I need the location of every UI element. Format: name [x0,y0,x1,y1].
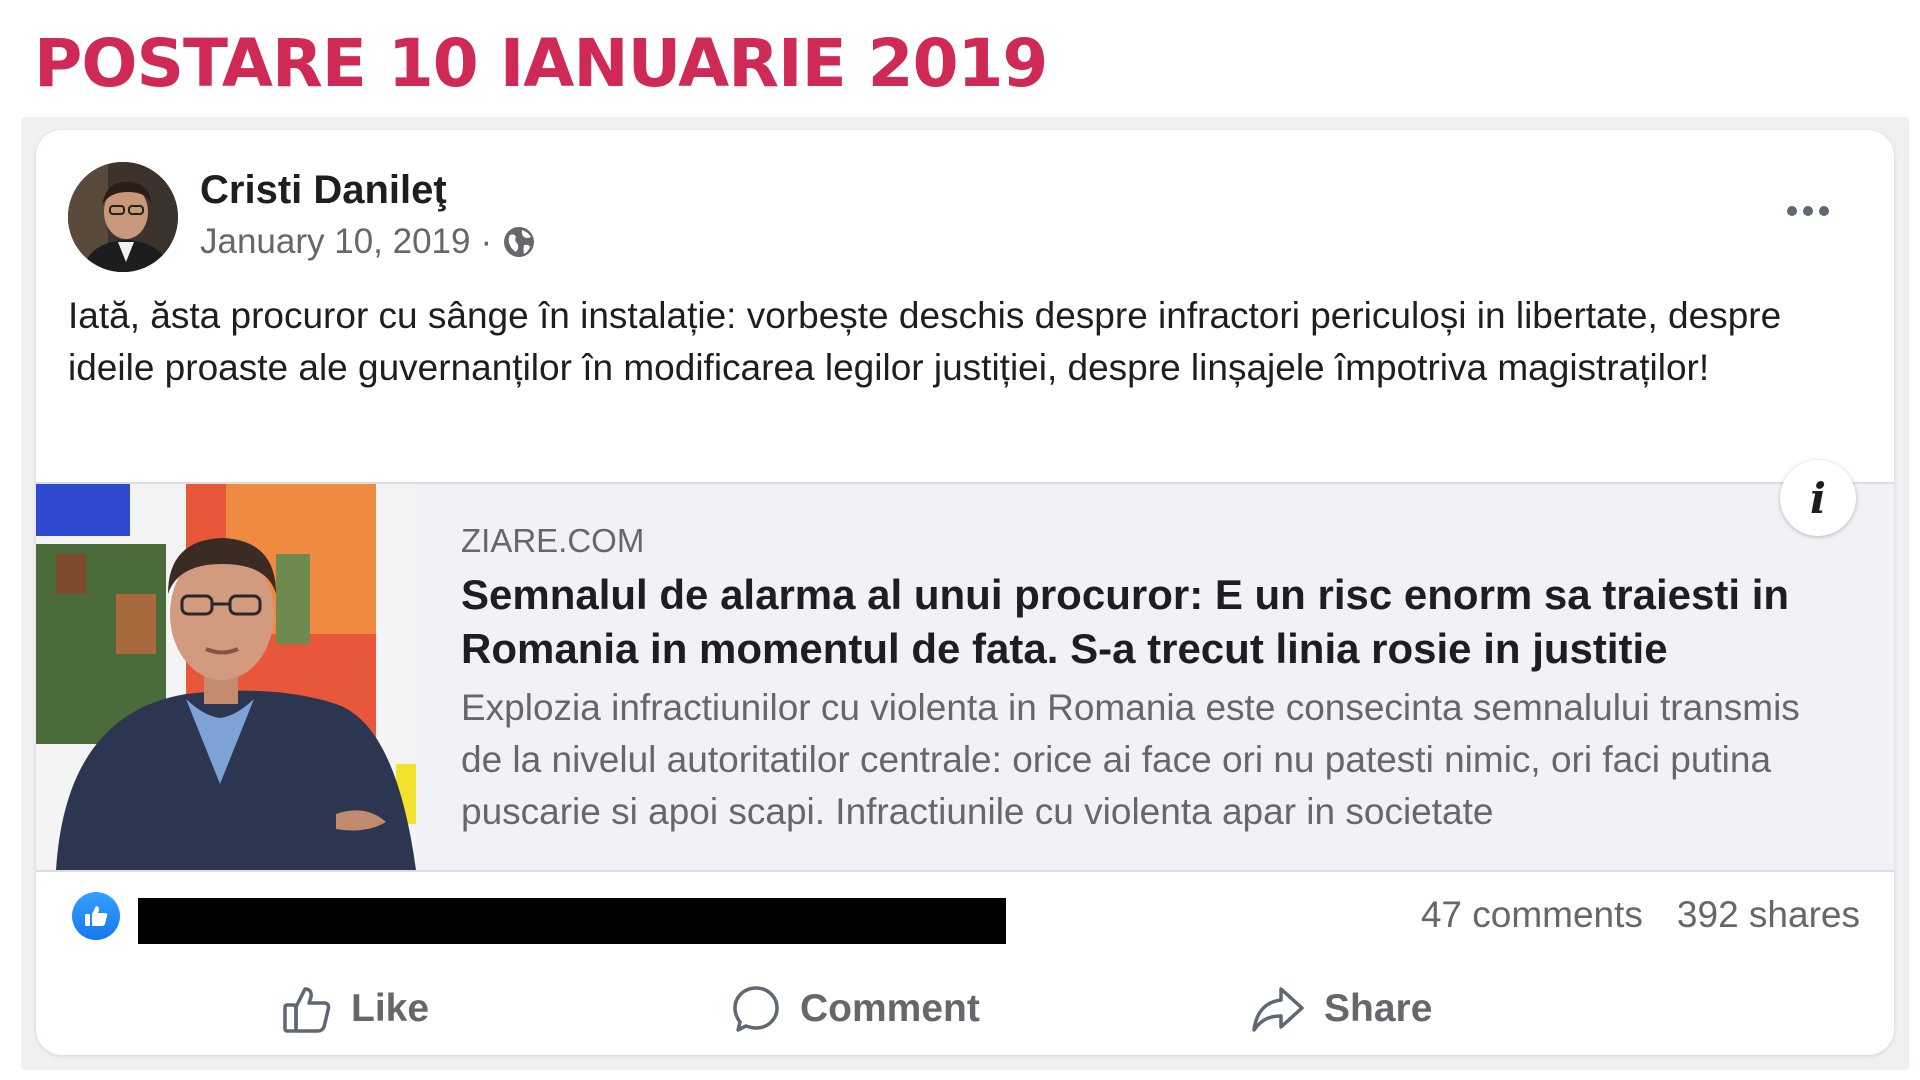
globe-icon [502,225,536,259]
comment-bubble-icon [733,986,779,1032]
post-date[interactable]: January 10, 2019 [200,222,470,262]
shares-count[interactable]: 392 shares [1677,894,1860,936]
link-thumbnail[interactable] [36,484,416,870]
engagement-counts: 47 comments 392 shares [1421,894,1860,936]
share-label: Share [1324,987,1433,1030]
comment-label: Comment [800,987,980,1030]
like-reaction-icon[interactable] [72,892,120,940]
link-title[interactable]: Semnalul de alarma al unui procuror: E u… [461,568,1841,676]
more-options-icon[interactable] [1778,196,1838,226]
facebook-post-card: Cristi Danileţ January 10, 2019 · Iată, … [36,130,1894,1055]
redacted-reactions-bar [138,898,1006,944]
post-meta: January 10, 2019 · [200,222,536,262]
thumbs-up-icon [283,987,331,1033]
link-domain: ZIARE.COM [461,522,645,559]
info-button[interactable]: i [1780,460,1856,536]
comment-button[interactable]: Comment [730,966,980,1052]
action-bar: Like Comment Share [36,966,1894,1052]
like-button[interactable]: Like [281,966,429,1052]
reactions-row: 47 comments 392 shares [36,870,1894,966]
like-label: Like [351,987,430,1030]
author-avatar[interactable] [68,162,178,272]
comments-count[interactable]: 47 comments [1421,894,1643,936]
meta-separator: · [480,222,493,261]
link-description: Explozia infractiunilor cu violenta in R… [461,687,1800,832]
link-preview[interactable]: ZIARE.COM Semnalul de alarma al unui pro… [36,460,1894,872]
post-text: Iată, ăsta procuror cu sânge în instalaț… [68,295,1782,388]
share-arrow-icon [1252,987,1304,1032]
page-headline: POSTARE 10 IANUARIE 2019 [34,25,1048,102]
share-button[interactable]: Share [1250,966,1432,1052]
author-name[interactable]: Cristi Danileţ [200,168,447,213]
